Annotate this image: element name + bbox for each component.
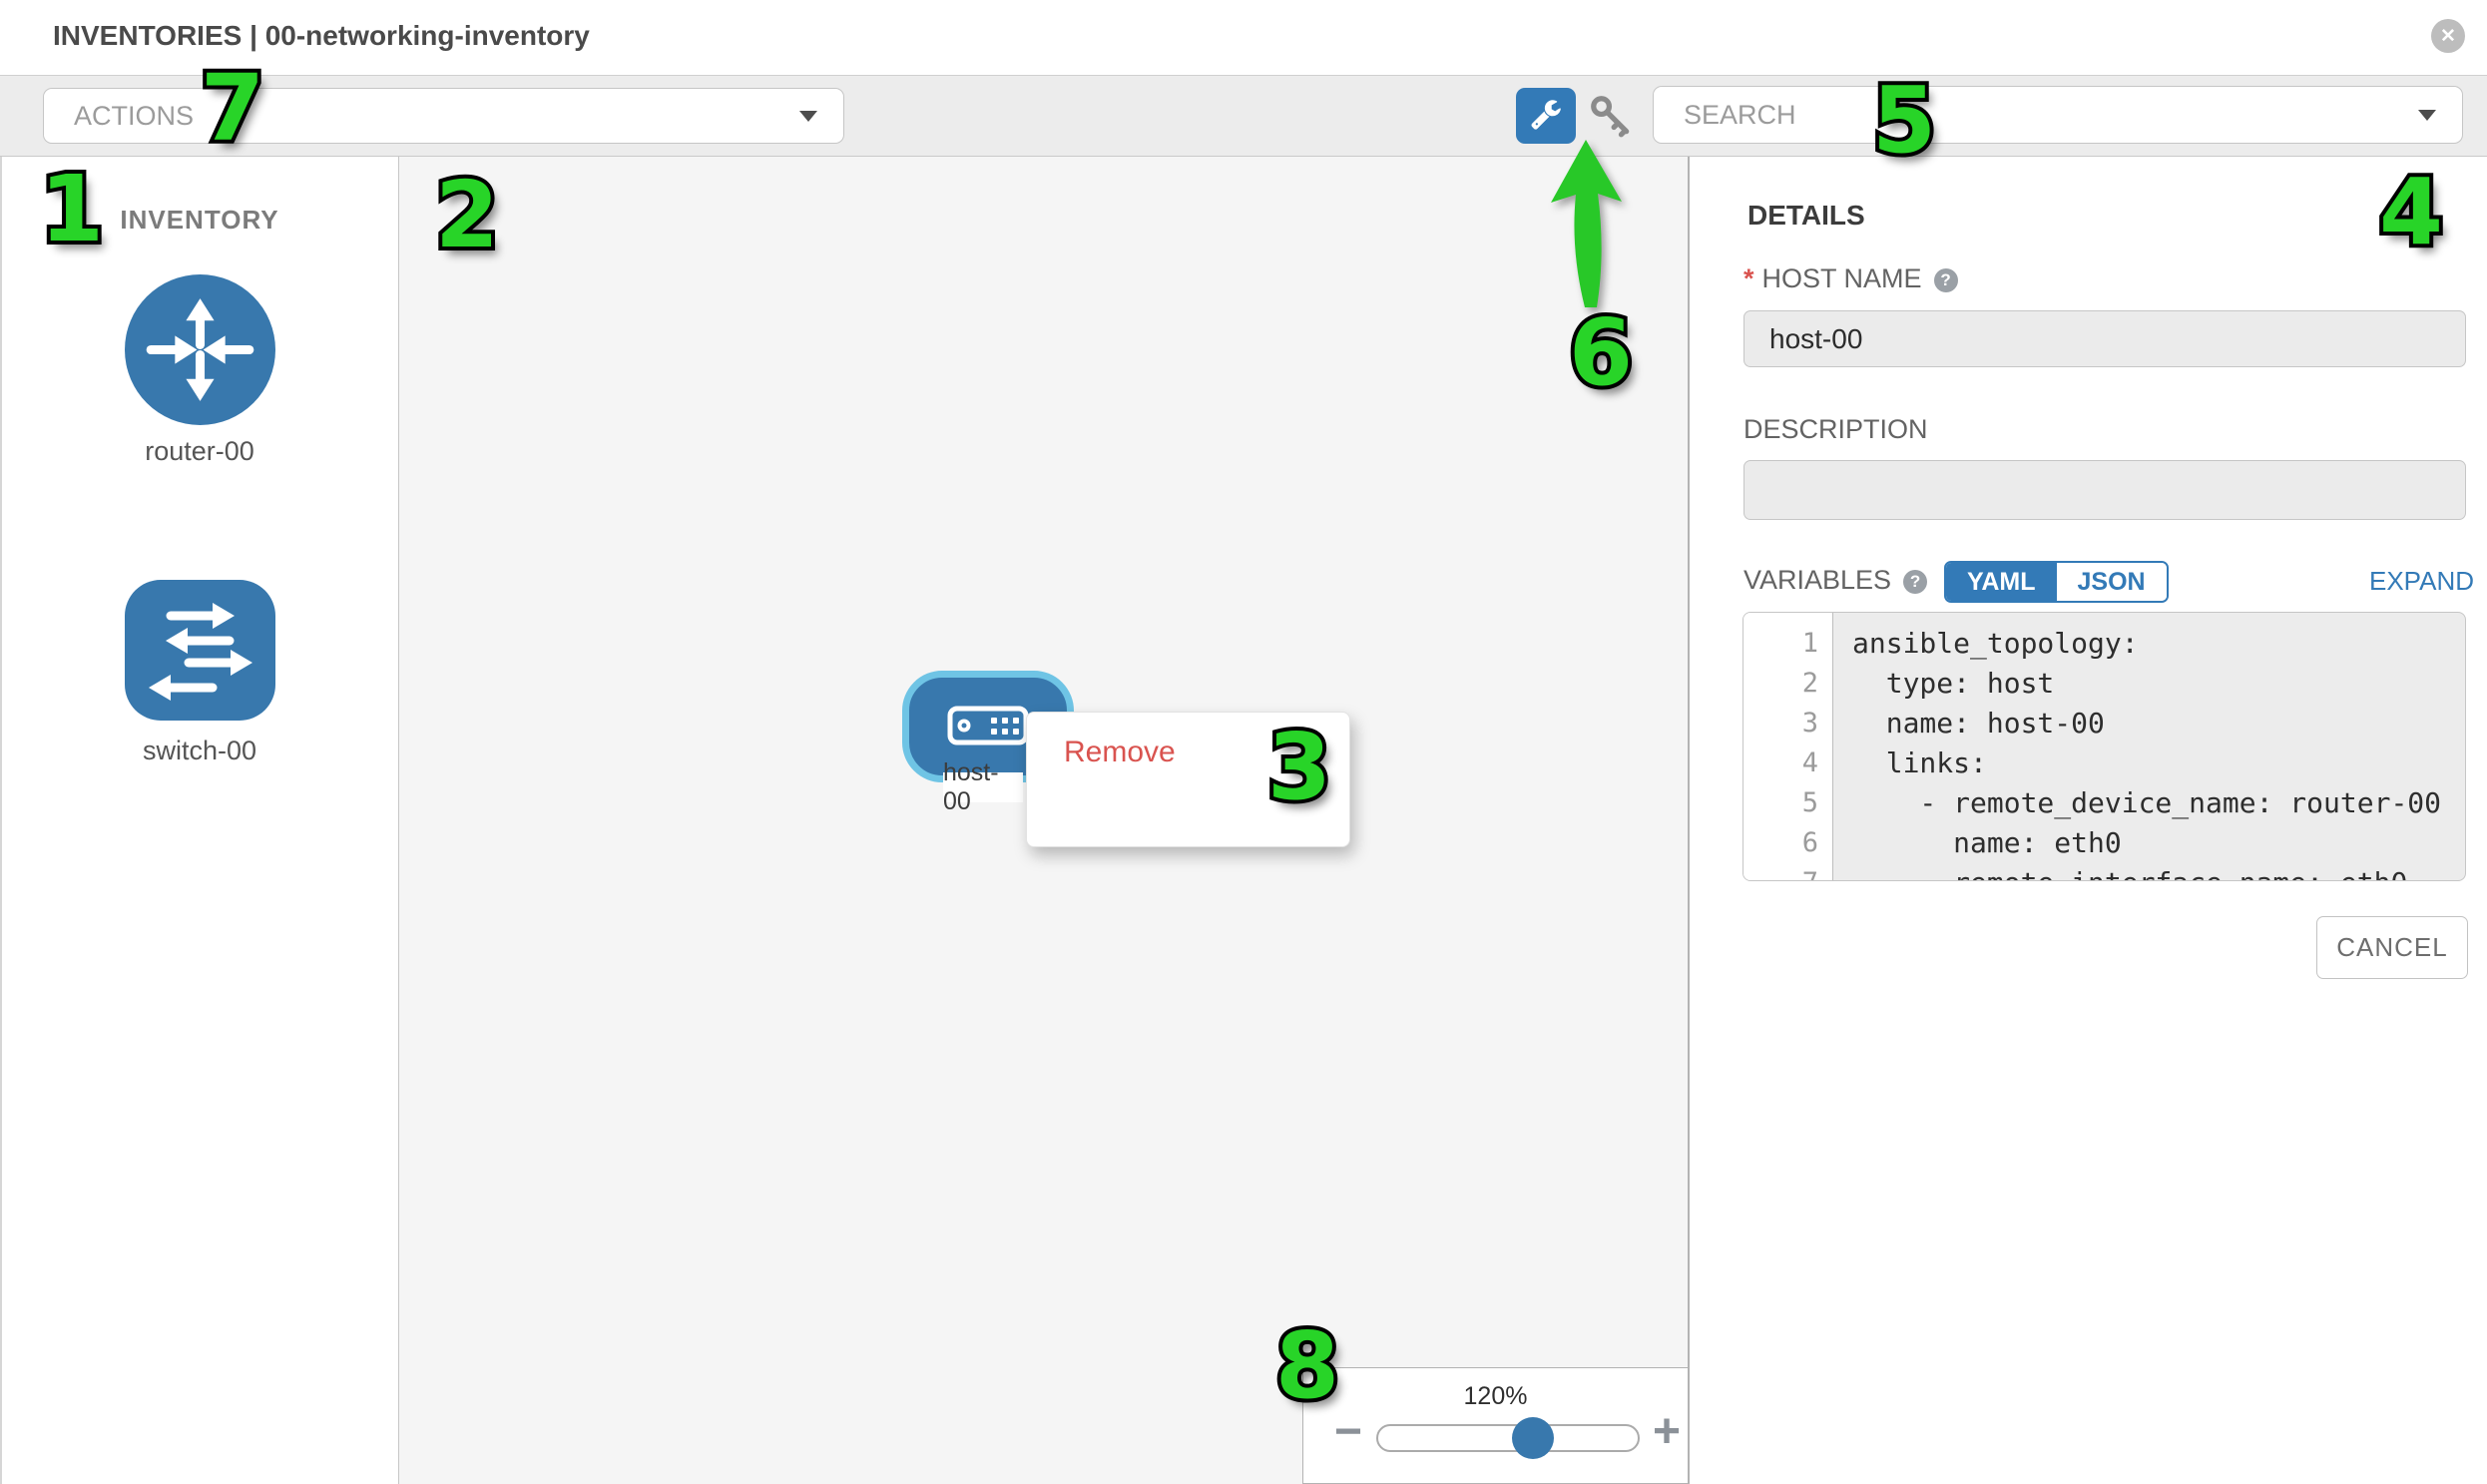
close-button[interactable]: ✕ — [2431, 19, 2465, 53]
inventory-topology-app: INVENTORIES | 00-networking-inventory ✕ … — [0, 0, 2487, 1484]
editor-line-numbers: 1 2 3 4 5 6 7 — [1743, 613, 1833, 880]
key-icon — [1588, 93, 1634, 144]
code-line: name: host-00 — [1852, 704, 2465, 743]
expand-link[interactable]: EXPAND — [2369, 566, 2474, 597]
switch-icon — [125, 708, 275, 725]
actions-dropdown[interactable]: ACTIONS — [43, 88, 844, 144]
toggle-json[interactable]: JSON — [2057, 563, 2167, 601]
toolbar-button[interactable] — [1516, 88, 1576, 144]
inventory-heading: INVENTORY — [0, 205, 399, 236]
zoom-slider-track[interactable] — [1376, 1424, 1640, 1452]
editor-code[interactable]: ansible_topology: type: host name: host-… — [1834, 613, 2465, 880]
cancel-button[interactable]: CANCEL — [2316, 916, 2468, 979]
zoom-control: 120% − + — [1302, 1367, 1689, 1484]
code-line: ansible_topology: — [1852, 624, 2465, 664]
page-title: INVENTORIES | 00-networking-inventory — [53, 20, 590, 52]
host-name-label: *HOST NAME? — [1743, 263, 1958, 294]
host-icon — [947, 706, 1029, 750]
key-tool-button[interactable] — [1587, 94, 1635, 142]
help-icon[interactable]: ? — [1934, 268, 1958, 292]
code-line: - remote_device_name: router-00 — [1852, 783, 2465, 823]
router-icon — [125, 412, 275, 429]
zoom-slider-thumb[interactable] — [1512, 1417, 1554, 1459]
context-menu: Details Remove — [1026, 712, 1350, 847]
wrench-icon — [1530, 98, 1562, 135]
chevron-down-icon — [799, 111, 817, 122]
code-line: name: eth0 — [1852, 823, 2465, 863]
search-dropdown[interactable]: SEARCH — [1653, 86, 2463, 144]
details-heading: DETAILS — [1747, 200, 1865, 232]
search-dropdown-label: SEARCH — [1654, 100, 2418, 131]
close-icon: ✕ — [2440, 25, 2456, 48]
description-label: DESCRIPTION — [1743, 414, 1928, 445]
sidebar-item-switch[interactable] — [125, 580, 275, 726]
variables-format-toggle: YAML JSON — [1944, 561, 2169, 603]
sidebar-item-router[interactable] — [125, 274, 275, 430]
variables-label: VARIABLES? — [1743, 565, 1927, 596]
actions-dropdown-label: ACTIONS — [44, 101, 799, 132]
variables-editor[interactable]: 1 2 3 4 5 6 7 ansible_topology: type: ho… — [1742, 612, 2466, 881]
toggle-yaml[interactable]: YAML — [1946, 563, 2057, 601]
code-line: type: host — [1852, 664, 2465, 704]
code-line: remote_interface_name: eth0 — [1852, 863, 2465, 881]
sidebar-item-switch-label: switch-00 — [0, 736, 399, 766]
zoom-out-button[interactable]: − — [1334, 1408, 1362, 1456]
host-name-field[interactable] — [1743, 310, 2466, 367]
chevron-down-icon — [2418, 110, 2436, 121]
host-node-label: host-00 — [943, 772, 1023, 802]
zoom-in-button[interactable]: + — [1653, 1408, 1681, 1456]
context-menu-item-remove[interactable]: Remove — [1027, 727, 1349, 778]
help-icon[interactable]: ? — [1903, 570, 1927, 594]
description-field[interactable] — [1743, 460, 2466, 520]
required-asterisk: * — [1743, 263, 1754, 293]
sidebar-item-router-label: router-00 — [0, 436, 399, 467]
code-line: links: — [1852, 743, 2465, 783]
